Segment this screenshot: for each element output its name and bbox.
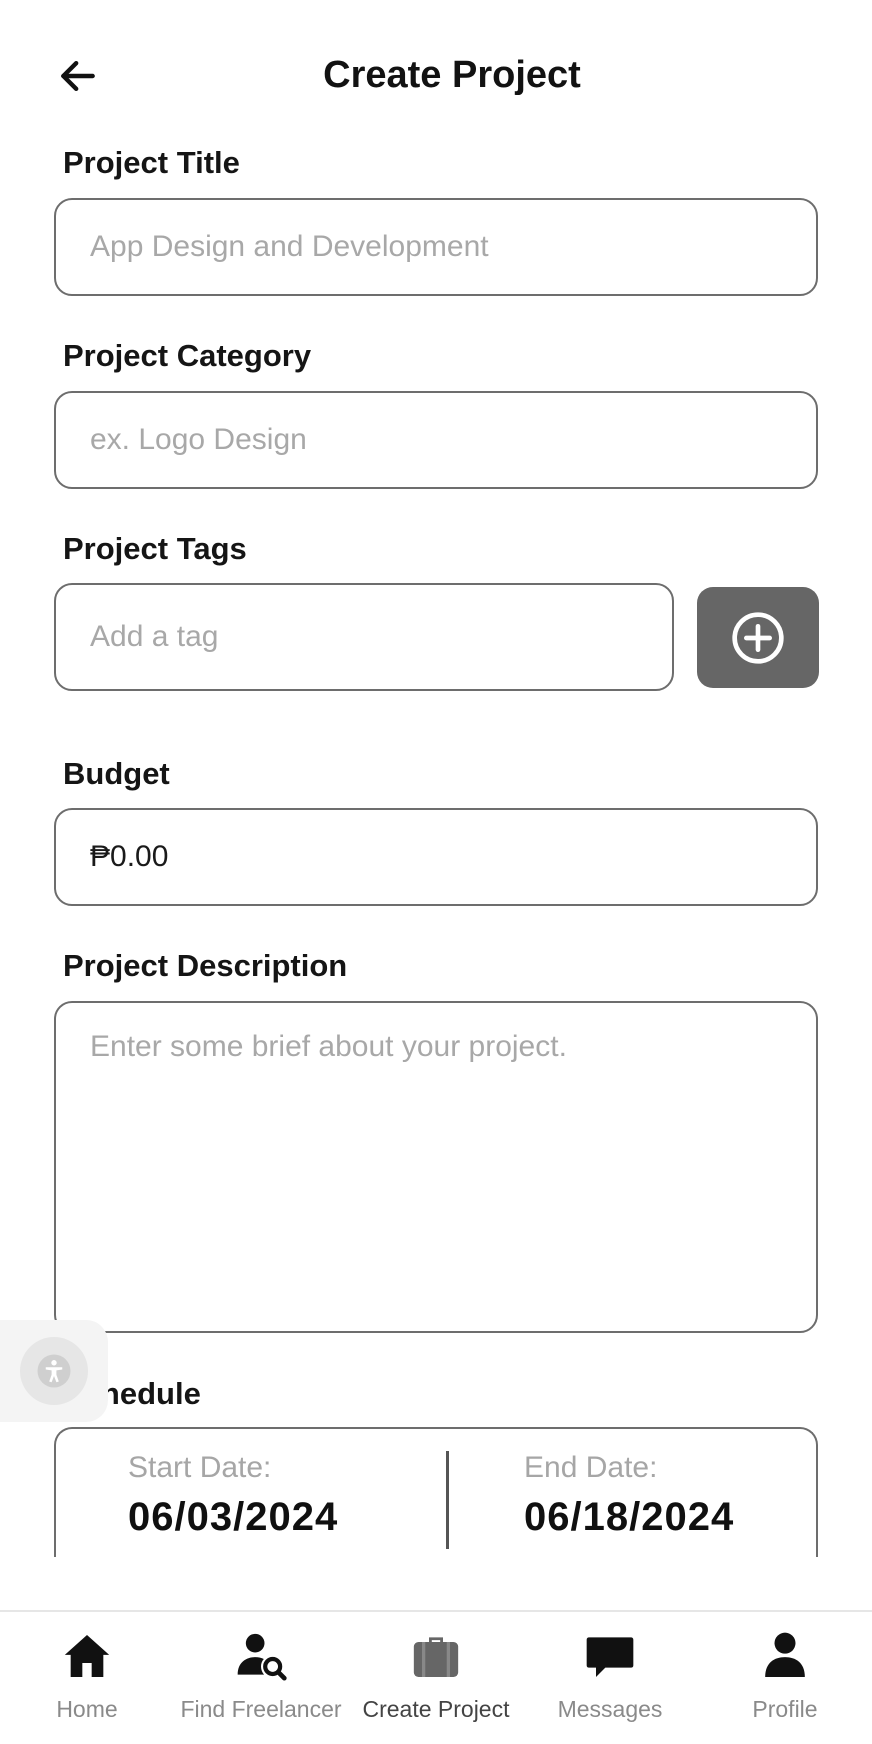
project-title-label: Project Title [63, 145, 240, 180]
start-date-picker[interactable]: Start Date: 06/03/2024 [128, 1451, 338, 1540]
project-tags-label: Project Tags [63, 531, 247, 566]
bottom-nav: Home Find Freelancer Create Project Mess… [0, 1610, 872, 1744]
nav-create-project-label: Create Project [362, 1696, 510, 1722]
nav-messages[interactable]: Messages [523, 1612, 697, 1744]
project-tags-field [54, 583, 674, 691]
project-category-input[interactable] [56, 393, 816, 487]
project-title-input[interactable] [56, 200, 816, 294]
project-description-field [54, 1001, 818, 1333]
nav-profile-label: Profile [752, 1696, 818, 1722]
budget-label: Budget [63, 756, 170, 791]
person-icon [765, 1632, 805, 1677]
nav-create-project[interactable]: Create Project [349, 1612, 523, 1744]
nav-find-freelancer[interactable]: Find Freelancer [174, 1612, 348, 1744]
nav-home[interactable]: Home [0, 1612, 174, 1744]
project-title-field [54, 198, 818, 296]
page-title: Create Project [323, 54, 581, 96]
start-date-value: 06/03/2024 [128, 1495, 339, 1539]
accessibility-button[interactable] [0, 1320, 108, 1422]
date-divider [446, 1451, 449, 1549]
nav-find-freelancer-label: Find Freelancer [180, 1696, 342, 1722]
project-description-input[interactable] [56, 1003, 816, 1331]
end-date-value: 06/18/2024 [524, 1495, 735, 1539]
accessibility-button-circle [20, 1337, 88, 1405]
briefcase-icon [413, 1637, 459, 1677]
project-tag-input[interactable] [56, 585, 672, 689]
start-date-caption: Start Date: [128, 1451, 272, 1484]
user-search-icon [237, 1633, 287, 1681]
budget-input[interactable] [56, 810, 816, 904]
schedule-box: Start Date: 06/03/2024 End Date: 06/18/2… [54, 1427, 818, 1557]
app-header: Create Project [0, 0, 872, 150]
home-icon [64, 1635, 110, 1677]
nav-profile[interactable]: Profile [698, 1612, 872, 1744]
end-date-caption: End Date: [524, 1451, 658, 1484]
nav-messages-label: Messages [557, 1696, 663, 1722]
budget-field [54, 808, 818, 906]
project-category-field [54, 391, 818, 489]
accessibility-icon [37, 1354, 71, 1388]
plus-circle-icon [732, 611, 784, 664]
project-category-label: Project Category [63, 338, 312, 373]
nav-home-label: Home [56, 1696, 118, 1722]
end-date-picker[interactable]: End Date: 06/18/2024 [524, 1451, 734, 1540]
add-tag-button[interactable] [697, 587, 819, 688]
project-description-label: Project Description [63, 948, 348, 983]
chat-bubble-icon [586, 1637, 634, 1677]
